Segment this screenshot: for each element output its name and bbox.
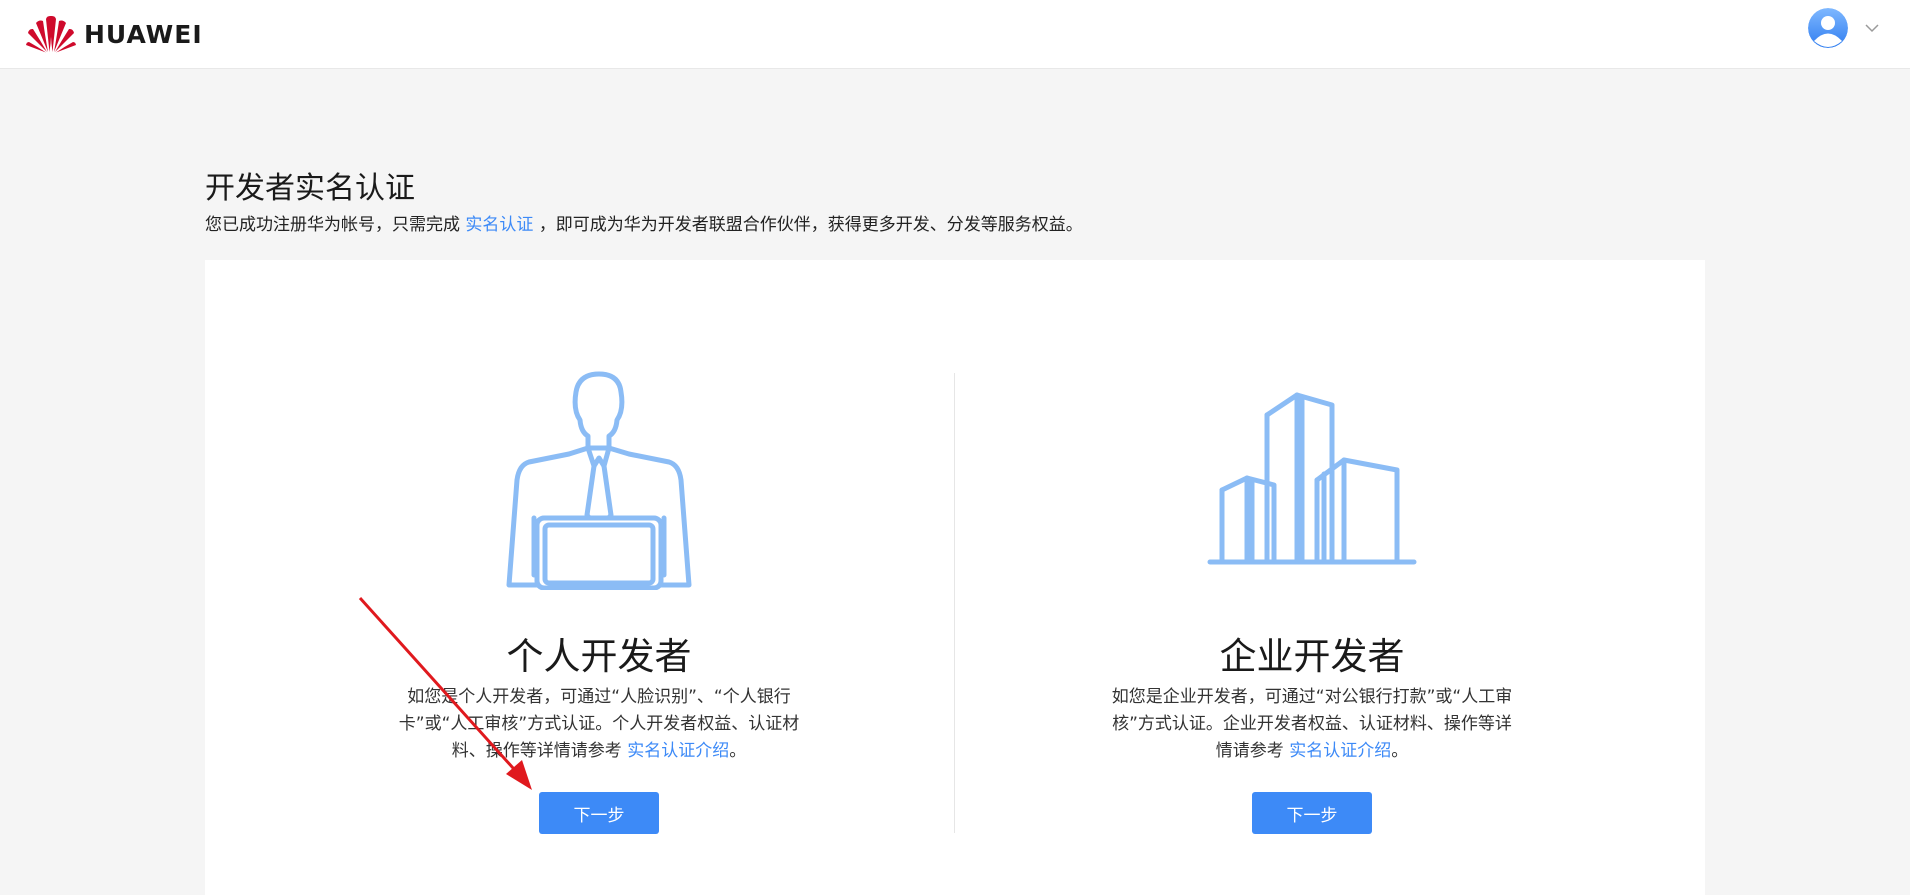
enterprise-desc-end: 。	[1391, 741, 1409, 761]
enterprise-developer-option: 企业开发者 如您是企业开发者，可通过“对公银行打款”或“人工审核”方式认证。企业…	[1102, 370, 1522, 834]
individual-developer-option: 个人开发者 如您是个人开发者，可通过“人脸识别”、“个人银行卡”或“人工审核”方…	[389, 370, 809, 834]
subtitle-text-before: 您已成功注册华为帐号，只需完成	[205, 215, 460, 235]
page-subtitle: 您已成功注册华为帐号，只需完成 实名认证 ，即可成为华为开发者联盟合作伙伴，获得…	[205, 210, 1083, 235]
individual-developer-title: 个人开发者	[506, 635, 692, 678]
brand-name: HUAWEI	[84, 19, 203, 49]
chevron-down-icon[interactable]	[1864, 20, 1880, 36]
huawei-logo[interactable]: HUAWEI	[26, 14, 203, 54]
enterprise-next-button[interactable]: 下一步	[1252, 792, 1372, 834]
individual-desc-end: 。	[729, 741, 747, 761]
column-divider	[954, 373, 955, 833]
enterprise-building-icon	[1207, 392, 1417, 565]
enterprise-developer-description: 如您是企业开发者，可通过“对公银行打款”或“人工审核”方式认证。企业开发者权益、…	[1107, 684, 1517, 765]
top-header: HUAWEI	[0, 0, 1910, 69]
page-title: 开发者实名认证	[205, 171, 415, 206]
individual-developer-description: 如您是个人开发者，可通过“人脸识别”、“个人银行卡”或“人工审核”方式认证。个人…	[394, 684, 804, 765]
subtitle-text-after: ，即可成为华为开发者联盟合作伙伴，获得更多开发、分发等服务权益。	[538, 215, 1083, 235]
enterprise-developer-title: 企业开发者	[1219, 635, 1405, 678]
real-name-auth-link[interactable]: 实名认证	[465, 215, 533, 235]
developer-type-card: 个人开发者 如您是个人开发者，可通过“人脸识别”、“个人银行卡”或“人工审核”方…	[205, 260, 1705, 895]
enterprise-auth-intro-link[interactable]: 实名认证介绍	[1289, 741, 1391, 761]
huawei-logo-icon	[26, 15, 76, 53]
developer-person-icon	[506, 371, 692, 590]
individual-next-button[interactable]: 下一步	[539, 792, 659, 834]
user-avatar-icon[interactable]	[1808, 8, 1848, 48]
individual-auth-intro-link[interactable]: 实名认证介绍	[627, 741, 729, 761]
